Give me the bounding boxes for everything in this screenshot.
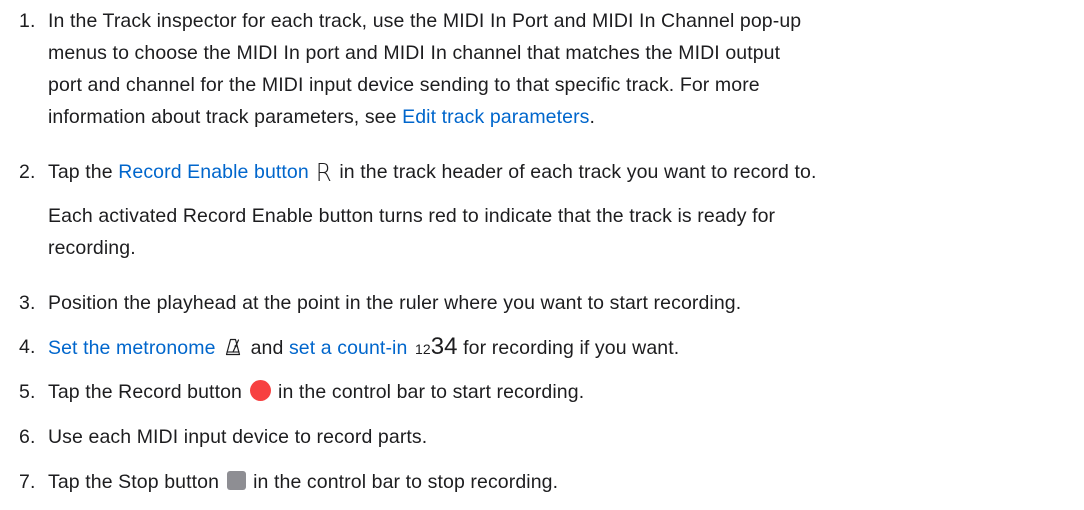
step-1-line-2: menus to choose the MIDI In port and MID… [48, 37, 1084, 69]
step-number: 2. [19, 161, 36, 183]
step-number: 3. [19, 292, 36, 314]
edit-track-parameters-link[interactable]: Edit track parameters [402, 106, 589, 128]
count-in-large-digits: 34 [430, 333, 458, 360]
step-4: 4. Set the metronome and set a count-in … [0, 331, 1084, 365]
step-7-line-1: Tap the Stop button in the control bar t… [48, 466, 1084, 498]
step-text: port and channel for the MIDI input devi… [48, 74, 760, 96]
step-text: In the Track inspector for each track, u… [48, 10, 802, 32]
step-7: 7. Tap the Stop button in the control ba… [0, 466, 1084, 498]
step-number: 4. [19, 336, 36, 358]
step-3-line-1: Position the playhead at the point in th… [48, 287, 1084, 319]
step-text: Position the playhead at the point in th… [48, 292, 742, 314]
record-icon [249, 380, 271, 402]
step-2-note-line-2: recording. [48, 232, 1084, 264]
step-2: 2. Tap the Record Enable button R in the… [0, 156, 1084, 264]
set-count-in-link[interactable]: set a count-in [289, 337, 407, 359]
step-text: information about track parameters, see [48, 106, 403, 128]
step-2-line-1: Tap the Record Enable button R in the tr… [48, 156, 1084, 188]
step-1: 1. In the Track inspector for each track… [0, 5, 1084, 133]
stop-icon [226, 471, 246, 491]
step-note: recording. [48, 237, 136, 259]
step-text: and [245, 337, 289, 359]
step-5: 5. Tap the Record button in the control … [0, 376, 1084, 408]
step-number: 5. [19, 381, 36, 403]
step-note: Each activated Record Enable button turn… [48, 205, 776, 227]
step-text: Use each MIDI input device to record par… [48, 426, 428, 448]
step-text: menus to choose the MIDI In port and MID… [48, 42, 781, 64]
count-in-small-digits: 12 [414, 341, 431, 357]
step-text: . [589, 106, 596, 128]
count-in-icon: 1234 [414, 333, 458, 360]
step-1-line-3: port and channel for the MIDI input devi… [48, 69, 1084, 101]
record-enable-button-link[interactable]: Record Enable button [118, 161, 309, 183]
step-text: Tap the Record button [48, 381, 248, 403]
metronome-icon [225, 338, 241, 355]
step-3: 3. Position the playhead at the point in… [0, 287, 1084, 319]
step-1-line-4: information about track parameters, see … [48, 101, 1084, 133]
step-5-line-1: Tap the Record button in the control bar… [48, 376, 1084, 408]
step-4-line-1: Set the metronome and set a count-in 123… [48, 331, 1084, 365]
step-text: in the control bar to start recording. [272, 381, 585, 403]
step-text: for recording if you want. [457, 337, 680, 359]
step-text: in the track header of each track you wa… [333, 161, 817, 183]
step-text: Tap the [48, 161, 119, 183]
step-number: 7. [19, 471, 36, 493]
step-6: 6. Use each MIDI input device to record … [0, 421, 1084, 453]
step-text: in the control bar to stop recording. [247, 471, 559, 493]
step-1-line-1: In the Track inspector for each track, u… [48, 5, 1084, 37]
step-2-note-line-1: Each activated Record Enable button turn… [48, 200, 1084, 232]
step-text: Tap the Stop button [48, 471, 225, 493]
step-number: 1. [19, 10, 36, 32]
step-6-line-1: Use each MIDI input device to record par… [48, 421, 1084, 453]
record-enable-icon: R [316, 157, 333, 187]
set-metronome-link[interactable]: Set the metronome [48, 337, 216, 359]
step-number: 6. [19, 426, 36, 448]
